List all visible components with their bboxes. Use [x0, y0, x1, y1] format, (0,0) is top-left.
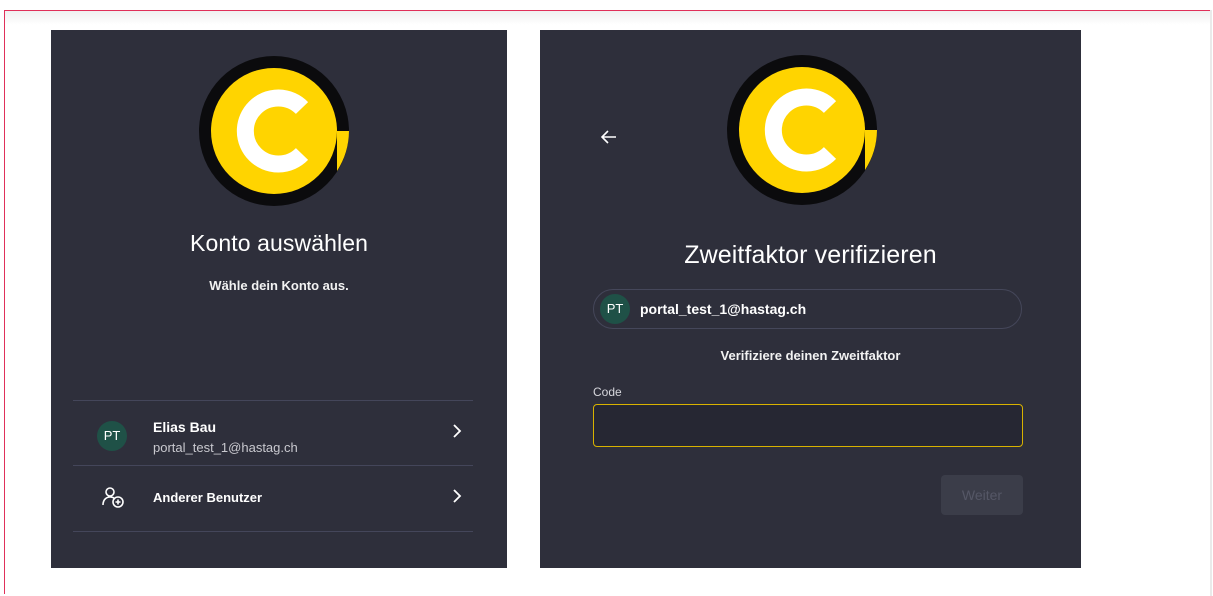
page-title: Konto auswählen [190, 230, 368, 256]
account-email: portal_test_1@hastag.ch [153, 440, 298, 455]
chevron-right-icon [453, 489, 462, 503]
two-factor-panel: Zweitfaktor verifizieren PT portal_test_… [540, 30, 1081, 568]
frame-shadow [5, 11, 1210, 25]
avatar: PT [600, 294, 630, 324]
divider [73, 531, 473, 532]
account-select-panel: Konto auswählen Wähle dein Konto aus. PT… [51, 30, 507, 568]
frame-right-border [1210, 10, 1212, 596]
verify-subtitle: Verifiziere deinen Zweitfaktor [720, 348, 901, 363]
account-name: Elias Bau [153, 419, 217, 435]
current-user-pill: PT portal_test_1@hastag.ch [593, 289, 1022, 329]
other-user-row[interactable]: Anderer Benutzer [73, 466, 473, 530]
brand-logo-icon [727, 55, 877, 205]
avatar: PT [97, 421, 127, 451]
brand-logo-icon [199, 56, 349, 206]
chevron-right-icon [453, 424, 462, 438]
code-input[interactable] [593, 404, 1023, 447]
page-title: Zweitfaktor verifizieren [684, 241, 937, 269]
arrow-left-icon[interactable] [598, 126, 620, 148]
user-email: portal_test_1@hastag.ch [640, 301, 807, 317]
other-user-label: Anderer Benutzer [153, 490, 263, 505]
next-button[interactable]: Weiter [941, 475, 1023, 515]
page-subtitle: Wähle dein Konto aus. [209, 278, 349, 293]
user-add-icon [102, 487, 124, 508]
code-label: Code [593, 385, 622, 399]
account-row[interactable]: PT Elias Bau portal_test_1@hastag.ch [73, 401, 473, 465]
